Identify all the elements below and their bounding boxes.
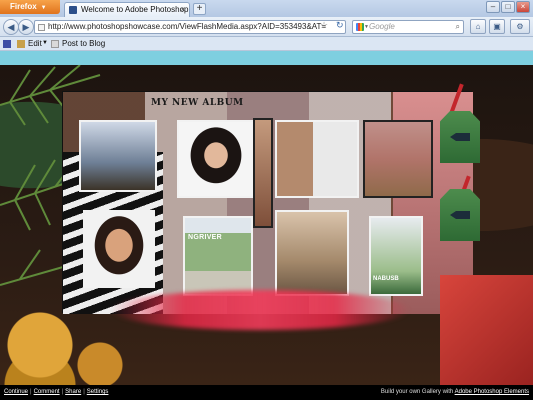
photo-group-beach[interactable] [363, 120, 433, 198]
forward-button[interactable]: ▶ [18, 19, 34, 35]
window-icon: ▣ [493, 22, 501, 31]
footer-build-text: Build your own Gallery with [380, 389, 454, 395]
navigation-bar: ◀ ▶ http://www.photoshopshowcase.com/Vie… [0, 17, 533, 37]
firefox-menu-label: Firefox [10, 2, 37, 11]
minimize-button[interactable]: – [486, 1, 500, 13]
gold-ornaments [0, 295, 130, 385]
arrow-left-icon [450, 211, 470, 219]
search-placeholder: Google [369, 22, 395, 31]
title-bar: Firefox ▼ Welcome to Adobe Photoshop ... … [0, 0, 533, 17]
photo-river-park[interactable]: NGRIVER [183, 216, 253, 296]
photoshop-elements-link[interactable]: Adobe Photoshop Elements [455, 389, 529, 395]
footer-links: Continue | Comment | Share | Settings [4, 385, 108, 400]
photo-girl-portrait[interactable] [177, 120, 255, 198]
new-tab-button[interactable]: + [193, 3, 206, 15]
maximize-button[interactable]: □ [501, 1, 515, 13]
gift-tag-top [440, 111, 480, 163]
photo-group-dinner[interactable] [79, 120, 157, 192]
photo-man-face[interactable] [253, 118, 273, 228]
photo-woman-portrait[interactable] [83, 210, 155, 288]
tab-title: Welcome to Adobe Photoshop ... [81, 5, 190, 14]
toolbar-button[interactable]: ▣ [489, 19, 505, 34]
red-tinsel [110, 290, 410, 330]
back-button[interactable]: ◀ [3, 19, 19, 35]
page-footer: Continue | Comment | Share | Settings Build yo… [0, 385, 533, 400]
continue-link[interactable]: Continue [4, 389, 28, 395]
home-icon: ⌂ [475, 22, 481, 31]
photo-women-pool[interactable] [275, 210, 349, 296]
addon-icon: ⚙ [516, 22, 524, 31]
forward-arrow-icon: ▶ [22, 22, 30, 32]
address-bar[interactable]: http://www.photoshopshowcase.com/ViewFla… [34, 20, 346, 34]
bookmarks-icon[interactable] [3, 40, 11, 48]
post-to-blog-link[interactable]: Post to Blog [62, 37, 105, 50]
close-window-button[interactable]: × [516, 1, 530, 13]
address-url: http://www.photoshopshowcase.com/ViewFla… [48, 22, 327, 31]
home-button[interactable]: ⌂ [470, 19, 486, 34]
separator: | [61, 389, 64, 395]
photo-caption-river: NGRIVER [188, 234, 222, 241]
arrow-left-icon [450, 133, 470, 141]
engine-dropdown-icon[interactable]: ▼ [364, 21, 369, 33]
firefox-menu-button[interactable]: Firefox ▼ [0, 0, 60, 14]
separator: | [83, 389, 85, 395]
edit-menu-item[interactable]: Edit [28, 37, 42, 50]
separator: | [30, 389, 32, 395]
tab-favicon-icon [69, 6, 77, 14]
reload-icon[interactable]: ↻ [336, 20, 344, 31]
red-gift-box [440, 275, 533, 385]
bookmarks-toolbar: Edit ▼ Post to Blog [0, 37, 533, 51]
flash-album-scene: MY NEW ALBUM NGRIVER NABUSB [0, 65, 533, 385]
gift-tag-bottom [440, 189, 480, 241]
google-engine-icon[interactable] [356, 23, 364, 31]
edit-icon [17, 40, 25, 48]
photo-couple-selfie[interactable] [275, 120, 359, 198]
footer-promo: Build your own Gallery with Adobe Photos… [381, 385, 529, 400]
album-title: MY NEW ALBUM [151, 98, 244, 108]
photo-woman-garden[interactable]: NABUSB [369, 216, 423, 296]
search-input[interactable]: ▼ Google ⌕ [352, 20, 464, 34]
close-tab-icon[interactable]: × [180, 3, 185, 16]
site-identity-icon[interactable] [38, 24, 45, 31]
back-arrow-icon: ◀ [7, 22, 15, 32]
addon-button[interactable]: ⚙ [510, 19, 530, 34]
search-icon[interactable]: ⌕ [456, 21, 460, 33]
edit-dropdown-icon[interactable]: ▼ [42, 37, 48, 50]
bookmark-star-icon[interactable]: ☆ [320, 20, 328, 31]
comment-link[interactable]: Comment [34, 389, 60, 395]
photo-caption-nabusb: NABUSB [373, 276, 399, 282]
settings-link[interactable]: Settings [87, 389, 109, 395]
chevron-down-icon: ▼ [40, 5, 47, 11]
tab-welcome[interactable]: Welcome to Adobe Photoshop ... × [64, 2, 190, 17]
photo-album-collage: MY NEW ALBUM NGRIVER NABUSB [62, 91, 473, 314]
share-link[interactable]: Share [65, 389, 81, 395]
blog-icon [51, 40, 59, 48]
page-header-strip [0, 51, 533, 65]
